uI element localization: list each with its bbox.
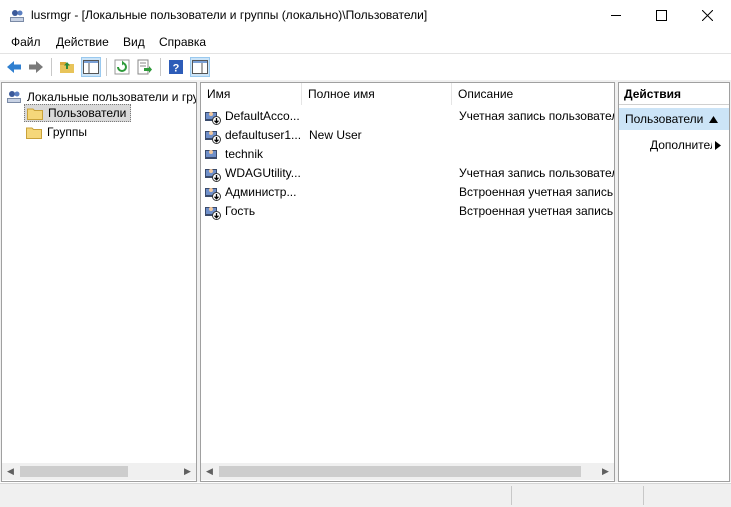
refresh-icon <box>114 59 130 75</box>
table-row[interactable]: DefaultAcco... Учетная запись пользовател… <box>201 107 614 126</box>
cell-description: Учетная запись пользователя, управляемая… <box>459 109 614 123</box>
scroll-left-icon[interactable]: ◀ <box>201 463 218 480</box>
disabled-user-icon <box>205 207 221 220</box>
more-actions-item[interactable]: Дополнительные действия <box>619 134 729 156</box>
tree-horizontal-scrollbar[interactable]: ◀ ▶ <box>2 463 196 480</box>
show-hide-tree-button[interactable] <box>81 57 101 77</box>
maximize-button[interactable] <box>638 0 684 31</box>
tree-pane[interactable]: Локальные пользователи и группы (локальн… <box>1 82 197 482</box>
column-header-name[interactable]: Имя <box>201 83 302 105</box>
actions-pane-title: Действия <box>619 83 729 105</box>
scroll-left-icon[interactable]: ◀ <box>2 463 19 480</box>
actions-section-users[interactable]: Пользователи <box>619 108 729 130</box>
help-button[interactable]: ? <box>166 57 186 77</box>
scrollbar-thumb[interactable] <box>20 466 128 477</box>
users-console-icon <box>7 91 21 103</box>
forward-arrow-icon <box>29 61 43 73</box>
list-horizontal-scrollbar[interactable]: ◀ ▶ <box>201 463 614 480</box>
users-console-icon <box>10 10 24 22</box>
column-header-full-name[interactable]: Полное имя <box>302 83 452 105</box>
menu-action[interactable]: Действие <box>56 35 109 49</box>
forward-button[interactable] <box>26 57 46 77</box>
status-separator <box>511 486 512 505</box>
actions-section-label: Пользователи <box>625 112 704 126</box>
svg-text:?: ? <box>173 63 180 75</box>
cell-description: Встроенная учетная запись для доступа го… <box>459 204 614 218</box>
up-folder-icon <box>60 62 74 73</box>
tree-item-users[interactable]: Пользователи <box>24 104 132 122</box>
scroll-right-icon[interactable]: ▶ <box>597 463 614 480</box>
cell-name: Администр... <box>225 185 297 199</box>
table-row[interactable]: technik <box>201 145 614 164</box>
cell-name: Гость <box>225 204 256 218</box>
table-row[interactable]: Гость Встроенная учетная запись для досту… <box>201 202 614 221</box>
maximize-icon <box>655 10 667 21</box>
cell-name: DefaultAcco... <box>225 109 300 123</box>
cell-full-name: New User <box>309 128 362 142</box>
toolbar-separator <box>160 58 161 76</box>
help-icon: ? <box>169 60 183 75</box>
refresh-button[interactable] <box>112 57 132 77</box>
folder-icon <box>27 108 43 120</box>
menu-help[interactable]: Справка <box>159 35 206 49</box>
user-icon <box>205 150 217 159</box>
toolbar-separator <box>51 58 52 76</box>
back-arrow-icon <box>7 61 21 73</box>
cell-name: technik <box>225 147 264 161</box>
disabled-user-icon <box>205 188 221 201</box>
window-title: lusrmgr - [Локальные пользователи и груп… <box>31 8 428 22</box>
cell-name: WDAGUtility... <box>225 166 301 180</box>
title-bar[interactable]: lusrmgr - [Локальные пользователи и груп… <box>0 0 731 31</box>
export-list-icon <box>137 59 152 75</box>
tree-item-groups[interactable]: Группы <box>24 123 91 141</box>
toolbar: ? <box>0 53 731 81</box>
cell-description: Учетная запись пользователя, управляемая… <box>459 166 614 180</box>
submenu-arrow-icon <box>715 140 721 150</box>
actions-pane: Действия Пользователи Дополнительные дей… <box>618 82 730 482</box>
table-row[interactable]: defaultuser1... New User <box>201 126 614 145</box>
disabled-user-icon <box>205 169 221 182</box>
tree-root-label: Локальные пользователи и группы (локальн… <box>27 90 196 104</box>
list-pane[interactable]: Имя Полное имя Описание DefaultAcco... Уч… <box>200 82 615 482</box>
scrollbar-thumb[interactable] <box>219 466 581 477</box>
disabled-user-icon <box>205 112 221 125</box>
tree-root[interactable]: Локальные пользователи и группы (локальн… <box>6 89 196 105</box>
disabled-user-icon <box>205 131 221 144</box>
up-level-button[interactable] <box>57 57 77 77</box>
column-header-description[interactable]: Описание <box>452 83 614 105</box>
tree-item-label: Группы <box>47 125 87 139</box>
close-icon <box>701 10 713 21</box>
cell-description: Встроенная учетная запись администратора… <box>459 185 614 199</box>
minimize-icon <box>610 15 621 16</box>
more-actions-label: Дополнительные действия <box>650 138 712 152</box>
scroll-right-icon[interactable]: ▶ <box>179 463 196 480</box>
show-hide-action-pane-icon <box>192 60 208 74</box>
menu-view[interactable]: Вид <box>123 35 145 49</box>
table-row[interactable]: WDAGUtility... Учетная запись пользовател… <box>201 164 614 183</box>
back-button[interactable] <box>4 57 24 77</box>
status-separator <box>643 486 644 505</box>
content-area: Локальные пользователи и группы (локальн… <box>0 80 731 482</box>
close-button[interactable] <box>684 0 730 31</box>
cell-name: defaultuser1... <box>225 128 301 142</box>
show-hide-action-pane-button[interactable] <box>190 57 210 77</box>
table-row[interactable]: Администр... Встроенная учетная запись ад… <box>201 183 614 202</box>
menu-bar: Файл Действие Вид Справка <box>0 32 731 52</box>
show-hide-tree-icon <box>83 60 99 74</box>
minimize-button[interactable] <box>593 0 639 31</box>
menu-file[interactable]: Файл <box>11 35 41 49</box>
toolbar-separator <box>106 58 107 76</box>
folder-icon <box>26 127 42 139</box>
export-list-button[interactable] <box>135 57 155 77</box>
collapse-up-icon <box>709 115 719 123</box>
tree-item-label: Пользователи <box>48 106 127 120</box>
status-bar <box>0 483 731 507</box>
